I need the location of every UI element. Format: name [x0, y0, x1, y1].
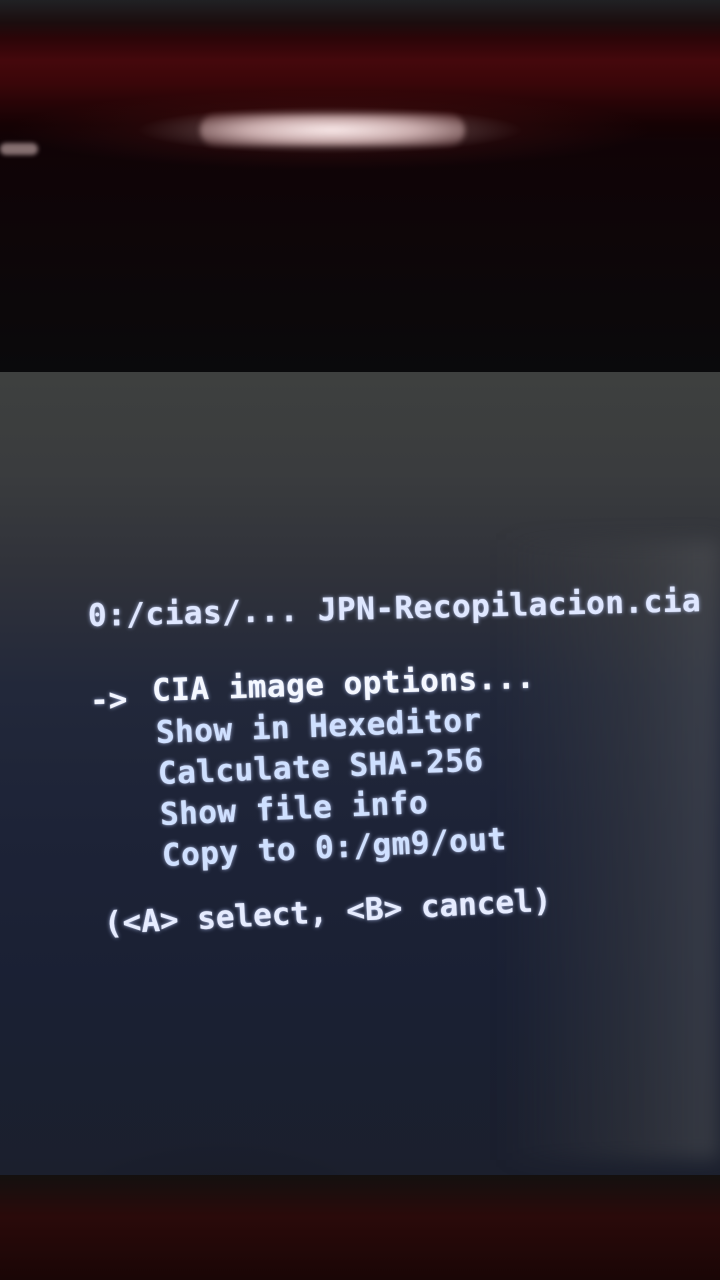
controls-hint: (<A> select, <B> cancel): [103, 882, 553, 942]
selection-cursor: ->: [89, 681, 128, 719]
device-photo: 0:/cias/... JPN-Recopilacion.cia -> CIA …: [0, 0, 720, 1280]
file-options-menu: 0:/cias/... JPN-Recopilacion.cia -> CIA …: [0, 0, 720, 1280]
menu-item-calculate-sha256[interactable]: Calculate SHA-256: [157, 742, 484, 792]
menu-item-show-file-info[interactable]: Show file info: [159, 785, 429, 833]
file-path: 0:/cias/... JPN-Recopilacion.cia: [87, 583, 702, 634]
